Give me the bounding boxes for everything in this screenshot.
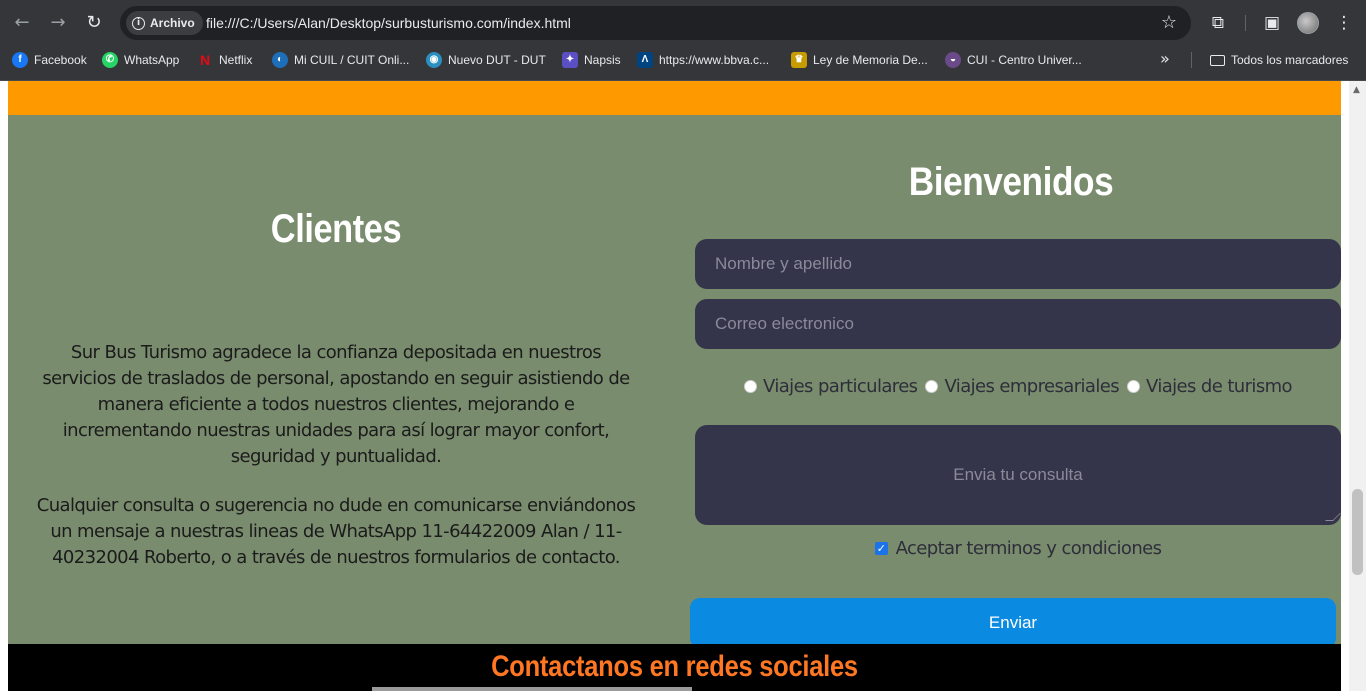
napsis-icon: ✦	[562, 52, 578, 68]
scroll-up-arrow-icon[interactable]: ▲	[1353, 85, 1360, 95]
social-footer: Contactanos en redes sociales	[8, 644, 1341, 691]
netflix-icon: N	[199, 52, 211, 68]
profile-avatar[interactable]	[1297, 12, 1319, 34]
bookmark-napsis[interactable]: ✦ Napsis	[562, 46, 621, 74]
back-button[interactable]: ←	[10, 11, 34, 35]
ley-icon: ♛	[791, 52, 807, 68]
email-input[interactable]: Correo electronico	[695, 299, 1341, 349]
social-title: Contactanos en redes sociales	[491, 650, 858, 683]
bookmark-dut[interactable]: ◉ Nuevo DUT - DUT	[426, 46, 546, 74]
reload-button[interactable]: ↻	[82, 11, 106, 35]
page-viewport: Clientes Sur Bus Turismo agradece la con…	[0, 81, 1366, 691]
bookmark-label: https://www.bbva.c...	[659, 53, 770, 67]
dut-icon: ◉	[426, 52, 442, 68]
all-bookmarks-label: Todos los marcadores	[1231, 53, 1349, 67]
terms-label: Aceptar terminos y condiciones	[895, 538, 1162, 559]
address-bar[interactable]: i Archivo file:///C:/Users/Alan/Desktop/…	[120, 6, 1191, 40]
bbva-icon: Λ	[637, 52, 653, 68]
bookmark-label: Mi CUIL / CUIT Onli...	[294, 53, 410, 67]
trip-type-radio-group: Viajes particulares Viajes empresariales…	[695, 376, 1341, 397]
bookmark-label: CUI - Centro Univer...	[967, 53, 1082, 67]
browser-toolbar: ← → ↻ i Archivo file:///C:/Users/Alan/De…	[0, 0, 1366, 46]
bookmark-label: WhatsApp	[124, 53, 180, 67]
vertical-scrollbar[interactable]: ▲	[1349, 81, 1366, 691]
bookmark-label: Napsis	[584, 53, 621, 67]
facebook-icon: f	[12, 52, 28, 68]
bookmark-bbva[interactable]: Λ https://www.bbva.c...	[637, 46, 769, 74]
toolbar-divider	[1245, 15, 1246, 31]
all-bookmarks-folder[interactable]: Todos los marcadores	[1210, 46, 1348, 74]
bookmark-label: Facebook	[34, 53, 87, 67]
whatsapp-icon: ✆	[102, 52, 118, 68]
message-textarea[interactable]: Envia tu consulta	[695, 425, 1341, 525]
resize-handle-icon[interactable]	[1325, 513, 1341, 521]
radio-button[interactable]	[744, 380, 758, 393]
bookmark-netflix[interactable]: N Netflix	[197, 46, 252, 74]
cuil-icon: ◐	[272, 52, 288, 68]
bookmarks-divider	[1191, 52, 1192, 68]
radio-label: Viajes empresariales	[944, 376, 1119, 397]
radio-viajes-empresariales[interactable]: Viajes empresariales	[925, 376, 1120, 397]
radio-label: Viajes de turismo	[1146, 376, 1293, 397]
side-panel-icon[interactable]: ▣	[1260, 11, 1284, 35]
top-banner	[8, 81, 1341, 115]
form-title: Bienvenidos	[908, 160, 1114, 204]
bookmark-label: Ley de Memoria De...	[813, 53, 928, 67]
radio-button[interactable]	[1127, 380, 1140, 393]
bookmark-facebook[interactable]: f Facebook	[12, 46, 87, 74]
radio-button[interactable]	[925, 380, 939, 393]
contact-paragraph: Cualquier consulta o sugerencia no dude …	[36, 495, 636, 568]
bookmark-whatsapp[interactable]: ✆ WhatsApp	[102, 46, 179, 74]
clientes-paragraph: Sur Bus Turismo agradece la confianza de…	[42, 342, 630, 467]
bookmark-cui[interactable]: ◒ CUI - Centro Univer...	[945, 46, 1082, 74]
folder-icon	[1210, 54, 1225, 66]
url-text[interactable]: file:///C:/Users/Alan/Desktop/surbusturi…	[206, 15, 571, 31]
terms-checkbox[interactable]: ✓	[874, 542, 888, 555]
forward-button[interactable]: →	[46, 11, 70, 35]
terms-checkbox-row[interactable]: ✓ Aceptar terminos y condiciones	[695, 538, 1341, 559]
site-info-chip[interactable]: i Archivo	[126, 11, 203, 35]
cui-icon: ◒	[945, 52, 961, 68]
radio-viajes-turismo[interactable]: Viajes de turismo	[1127, 376, 1293, 397]
clientes-title: Clientes	[270, 207, 402, 251]
clientes-contact-section: Clientes Sur Bus Turismo agradece la con…	[8, 115, 1341, 648]
horizontal-scrollbar-thumb[interactable]	[372, 687, 692, 691]
bookmark-label: Nuevo DUT - DUT	[448, 53, 546, 67]
more-bookmarks-icon[interactable]: »	[1160, 49, 1170, 68]
extensions-icon[interactable]: ⧉	[1206, 11, 1230, 35]
send-button[interactable]: Enviar	[690, 598, 1336, 648]
bookmark-star-icon[interactable]: ☆	[1161, 12, 1177, 33]
info-icon: i	[132, 16, 145, 30]
name-input[interactable]: Nombre y apellido	[695, 239, 1341, 289]
menu-icon[interactable]: ⋮	[1332, 11, 1356, 35]
radio-viajes-particulares[interactable]: Viajes particulares	[744, 376, 918, 397]
site-info-label: Archivo	[150, 16, 195, 30]
bookmark-label: Netflix	[219, 53, 253, 67]
bookmark-cuil[interactable]: ◐ Mi CUIL / CUIT Onli...	[272, 46, 409, 74]
scroll-thumb[interactable]	[1352, 489, 1363, 575]
bookmark-ley-memoria[interactable]: ♛ Ley de Memoria De...	[791, 46, 928, 74]
bookmarks-bar: f Facebook ✆ WhatsApp N Netflix ◐ Mi CUI…	[0, 46, 1366, 81]
message-placeholder: Envia tu consulta	[953, 465, 1083, 484]
radio-label: Viajes particulares	[763, 376, 918, 397]
